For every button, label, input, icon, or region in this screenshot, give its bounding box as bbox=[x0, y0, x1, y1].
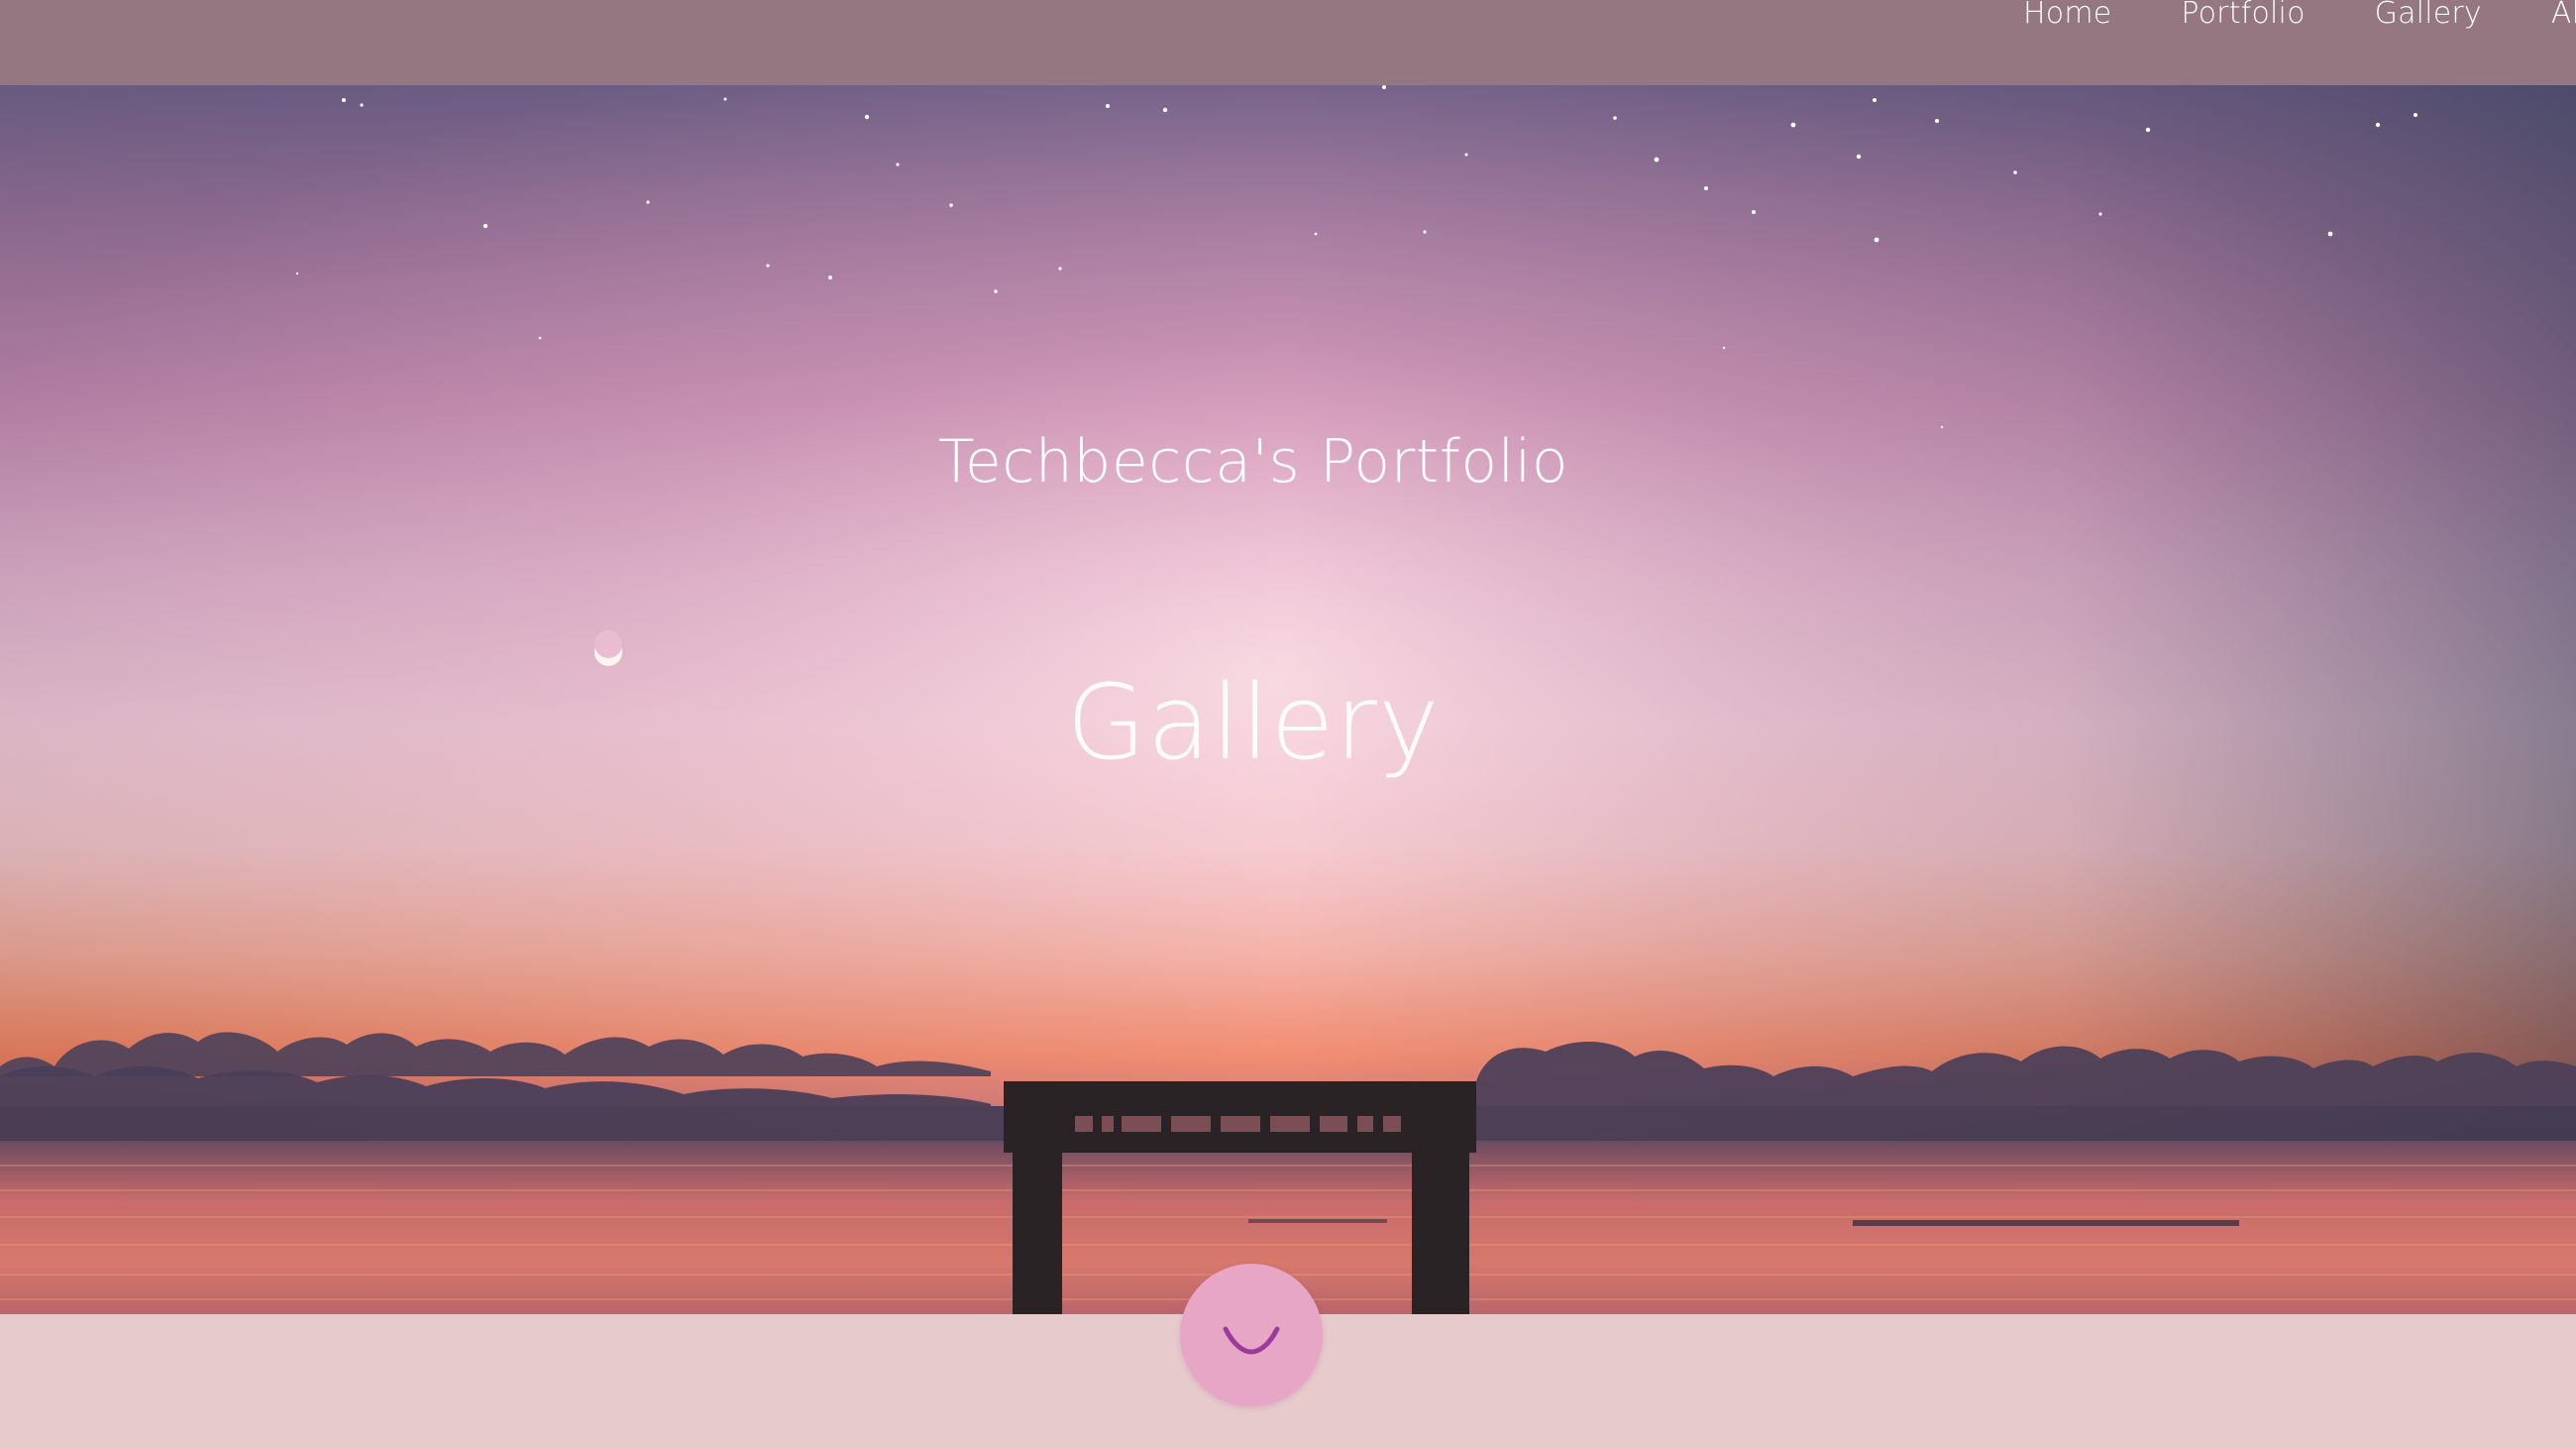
top-navbar: Home Portfolio Gallery About bbox=[0, 0, 2576, 85]
page: Home Portfolio Gallery About bbox=[0, 0, 2576, 1449]
site-title: Techbecca's Portfolio bbox=[937, 427, 1569, 497]
nav-home-link[interactable]: Home bbox=[2023, 0, 2111, 32]
chevron-down-icon bbox=[1223, 1326, 1280, 1355]
nav-portfolio-link[interactable]: Portfolio bbox=[2181, 0, 2305, 32]
nav-gallery-link[interactable]: Gallery bbox=[2375, 0, 2482, 32]
nav-about-link[interactable]: About bbox=[2551, 0, 2576, 32]
nav-links: Home Portfolio Gallery About bbox=[2023, 0, 2576, 32]
hero-section: Techbecca's Portfolio Gallery bbox=[0, 85, 2576, 1314]
scroll-down-button[interactable] bbox=[1180, 1264, 1323, 1406]
page-heading: Gallery bbox=[1066, 662, 1441, 783]
